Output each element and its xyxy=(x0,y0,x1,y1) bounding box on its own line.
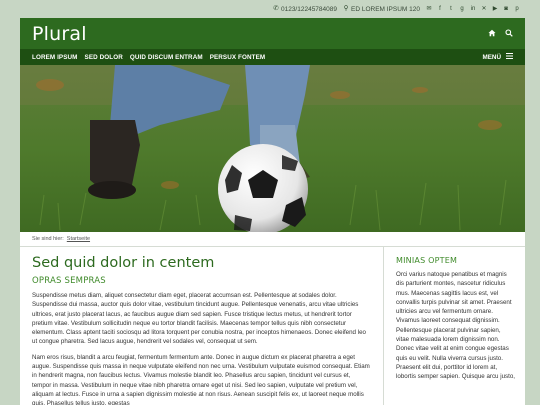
phone-number[interactable]: 0123/12245784089 xyxy=(281,6,337,13)
hamburger-icon xyxy=(506,53,513,61)
page-container: Plural LOREM IPSUM SED DOLOR QUID DISCUM… xyxy=(20,18,525,405)
location-pin-icon: ⚲ xyxy=(343,5,349,12)
nav-item-persux-fontem[interactable]: PERSUX FONTEM xyxy=(210,54,266,61)
site-header: Plural xyxy=(20,18,525,49)
soccer-photo xyxy=(20,65,525,232)
menu-label: MENÜ xyxy=(482,53,501,61)
sidebar: MINIAS OPTEM Orci varius natoque penatib… xyxy=(384,247,525,405)
google-plus-icon[interactable]: g xyxy=(459,6,465,12)
page-subtitle: OPRAS SEMPRAS xyxy=(32,276,106,286)
content-area: Sed quid dolor in centem OPRAS SEMPRAS S… xyxy=(20,247,525,405)
nav-item-sed-dolor[interactable]: SED DOLOR xyxy=(85,54,123,61)
breadcrumb: Sie sind hier: Startseite xyxy=(20,232,525,247)
hero-image xyxy=(20,65,525,232)
search-icon[interactable] xyxy=(505,28,513,39)
sidebar-text: Orci varius natoque penatibus et magnis … xyxy=(396,271,515,381)
main-navigation: LOREM IPSUM SED DOLOR QUID DISCUM ENTRAM… xyxy=(20,49,525,65)
nav-item-quid-discum-entram[interactable]: QUID DISCUM ENTRAM xyxy=(130,54,203,61)
linkedin-icon[interactable]: in xyxy=(470,6,476,12)
twitter-icon[interactable]: t xyxy=(448,6,454,12)
top-info-bar: ✆ 0123/12245784089 ⚲ ED LOREM IPSUM 120 … xyxy=(0,0,540,18)
nav-item-lorem-ipsum[interactable]: LOREM IPSUM xyxy=(32,54,78,61)
main-content: Sed quid dolor in centem OPRAS SEMPRAS S… xyxy=(20,247,384,405)
breadcrumb-prefix: Sie sind hier: xyxy=(32,236,64,242)
site-logo[interactable]: Plural xyxy=(32,23,87,45)
sidebar-title: MINIAS OPTEM xyxy=(396,256,458,265)
nav-items: LOREM IPSUM SED DOLOR QUID DISCUM ENTRAM… xyxy=(32,54,265,61)
address-text: ED LOREM IPSUM 120 xyxy=(351,5,420,13)
home-icon[interactable] xyxy=(488,29,496,39)
pinterest-icon[interactable]: p xyxy=(514,6,520,12)
instagram-icon[interactable]: ◙ xyxy=(503,6,509,12)
xing-icon[interactable]: ✕ xyxy=(481,6,487,12)
youtube-icon[interactable]: ▶ xyxy=(492,6,498,12)
menu-button[interactable]: MENÜ xyxy=(482,53,513,61)
phone-contact[interactable]: ✆ 0123/12245784089 xyxy=(273,5,337,13)
page-title: Sed quid dolor in centem xyxy=(32,255,215,271)
body-paragraph-2: Nam eros risus, blandit a arcu feugiat, … xyxy=(32,353,370,405)
body-paragraph-1: Suspendisse metus diam, aliquet consecte… xyxy=(32,292,366,346)
mail-icon[interactable]: ✉ xyxy=(426,6,432,12)
breadcrumb-link-home[interactable]: Startseite xyxy=(67,236,90,242)
header-actions xyxy=(488,28,513,39)
social-links: ✉ f t g in ✕ ▶ ◙ p xyxy=(426,6,520,12)
facebook-icon[interactable]: f xyxy=(437,6,443,12)
address-contact: ⚲ ED LOREM IPSUM 120 xyxy=(343,5,420,13)
phone-icon: ✆ xyxy=(273,5,279,12)
